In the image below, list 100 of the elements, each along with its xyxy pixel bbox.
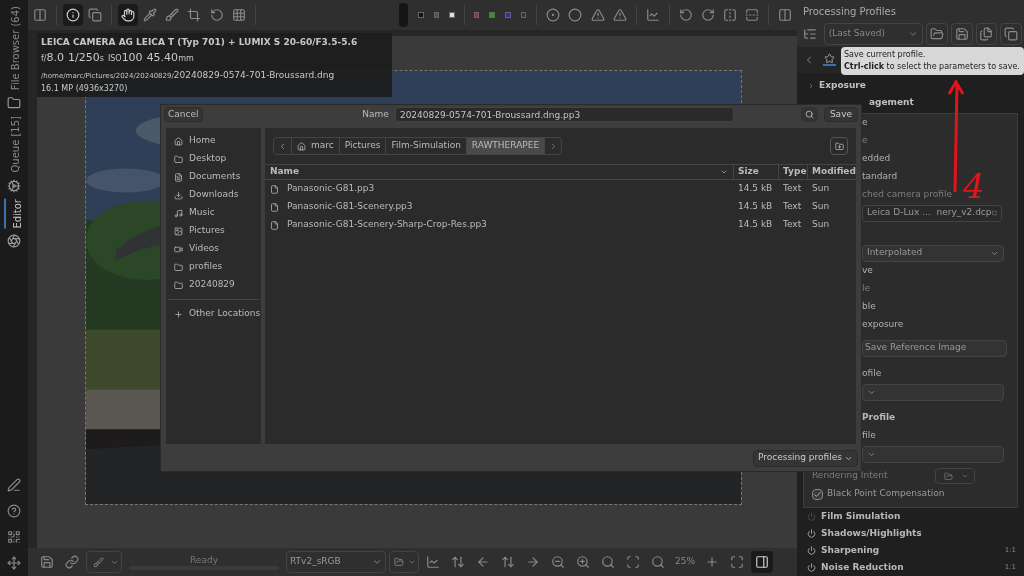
option-label: ve	[862, 264, 873, 278]
new-folder-button[interactable]	[830, 137, 848, 155]
channel-swatch[interactable]	[473, 12, 480, 18]
tooltip-hint: Ctrl-click to select the parameters to save.	[844, 61, 1021, 73]
option-label: tandard	[862, 170, 898, 184]
path-segment[interactable]: RAWTHERAPEE	[466, 138, 546, 154]
copy-icon[interactable]	[975, 22, 998, 45]
file-size: 14.5 kB	[737, 182, 774, 196]
sort-icon	[720, 168, 728, 176]
channel-swatch[interactable]	[489, 12, 496, 18]
checkbox[interactable]	[812, 488, 823, 500]
save-button[interactable]: Save	[823, 107, 858, 122]
search-button[interactable]	[800, 107, 818, 122]
folder-icon	[394, 557, 404, 567]
gears-icon[interactable]	[7, 178, 21, 193]
folder-icon	[174, 262, 183, 272]
document-icon	[174, 172, 183, 182]
panel-toggle-icon[interactable]	[751, 551, 773, 573]
save-icon[interactable]	[950, 22, 973, 45]
split-button[interactable]	[86, 551, 122, 573]
tool-title[interactable]: Film Simulation	[821, 509, 1018, 524]
place-item[interactable]: profiles	[166, 258, 261, 276]
filter-dropdown[interactable]: Processing profiles	[752, 449, 858, 467]
side-tab[interactable]: Editor	[4, 198, 24, 229]
path-segment[interactable]: Pictures	[339, 138, 387, 154]
caret-icon	[372, 557, 382, 567]
file-modified: Sun	[811, 218, 831, 232]
favorites-tab[interactable]	[823, 53, 836, 67]
section-title[interactable]: Exposure	[819, 78, 866, 93]
image-icon	[174, 226, 183, 236]
home-icon	[174, 136, 183, 146]
place-item[interactable]: 20240829	[166, 276, 261, 294]
side-tab[interactable]: File Browser (64)	[4, 6, 24, 91]
expand-icon[interactable]	[807, 81, 815, 90]
folder-icon[interactable]	[7, 96, 21, 111]
profile-select[interactable]: (Last Saved)	[823, 22, 924, 45]
side-tab[interactable]: Queue [15]	[4, 116, 24, 173]
power-icon[interactable]	[807, 563, 816, 572]
save-reference-button[interactable]: Save Reference Image	[862, 339, 1007, 357]
tool-title[interactable]: Shadows/Highlights	[821, 526, 1018, 541]
power-icon[interactable]	[807, 529, 816, 538]
place-item[interactable]: Home	[166, 132, 261, 150]
option-label: le	[862, 282, 871, 296]
place-item[interactable]: Pictures	[166, 222, 261, 240]
column-header[interactable]: Type	[779, 165, 808, 179]
toggle-button[interactable]	[398, 3, 408, 27]
hand-icon[interactable]	[118, 4, 139, 26]
tooltip-text: Save current profile.	[844, 49, 927, 61]
video-icon	[174, 244, 183, 254]
file-icon	[270, 184, 279, 194]
file-name[interactable]: Panasonic-G81-Scenery-Sharp-Crop-Res.pp3	[287, 218, 487, 232]
folder-icon	[174, 280, 183, 290]
column-header[interactable]: Size	[734, 165, 779, 179]
new-folder-icon	[834, 141, 844, 151]
split-button[interactable]	[389, 551, 419, 573]
place-item[interactable]: Documents	[166, 168, 261, 186]
path-segment[interactable]: Film-Simulation	[386, 138, 467, 154]
place-item[interactable]: Music	[166, 204, 261, 222]
caret-icon	[408, 558, 416, 566]
help-icon[interactable]	[7, 504, 21, 518]
column-header[interactable]: Modified	[808, 165, 856, 179]
file-icon	[270, 220, 279, 230]
file-name[interactable]: Panasonic-G81-Scenery.pp3	[287, 200, 413, 214]
output-profile-select[interactable]: RTv2_sRGB	[286, 551, 386, 573]
dropdown[interactable]: Interpolated	[862, 244, 1004, 262]
add-icon	[174, 309, 183, 319]
place-item[interactable]: Other Locations	[166, 305, 261, 323]
channel-swatch[interactable]	[417, 12, 424, 18]
group-legend: ofile	[862, 367, 882, 381]
channel-swatch[interactable]	[520, 12, 527, 18]
tool-title[interactable]: Sharpening	[821, 543, 1000, 558]
channel-swatch[interactable]	[449, 12, 455, 18]
file-name[interactable]: Panasonic-G81.pp3	[287, 182, 375, 196]
group-legend: file	[862, 429, 876, 443]
power-icon[interactable]	[807, 546, 816, 555]
back-icon	[278, 141, 287, 151]
checkbox-label: Black Point Compensation	[827, 487, 945, 501]
aperture-icon[interactable]	[7, 234, 21, 249]
tool-title[interactable]: Noise Reduction	[821, 560, 1000, 575]
move-icon[interactable]	[7, 556, 21, 570]
channel-swatch[interactable]	[505, 12, 511, 18]
place-item[interactable]: Desktop	[166, 150, 261, 168]
paste-icon[interactable]	[1000, 22, 1022, 45]
channel-swatch[interactable]	[433, 12, 440, 18]
place-item[interactable]: Downloads	[166, 186, 261, 204]
group-legend: e	[862, 116, 868, 130]
qr-code-icon[interactable]	[7, 530, 21, 544]
file-size: 14.5 kB	[737, 200, 774, 214]
cancel-button[interactable]: Cancel	[164, 107, 203, 122]
column-header[interactable]: Name	[265, 165, 734, 179]
pen-icon[interactable]	[7, 478, 21, 492]
file-chooser[interactable]: Leica D-Lux ... nery_v2.dcp	[862, 204, 1002, 222]
place-item[interactable]: Videos	[166, 240, 261, 258]
folder-icon[interactable]	[926, 22, 948, 45]
path-segment[interactable]: marc	[292, 138, 340, 154]
brush-icon	[93, 556, 104, 568]
camera-text: LEICA CAMERA AG LEICA T (Typ 701) + LUMIX S 20-60/F3.5-5.6	[41, 36, 359, 49]
info-icon[interactable]	[63, 4, 84, 26]
section-title[interactable]: agement	[869, 95, 914, 110]
name-field[interactable]: 20240829-0574-701-Broussard.dng.pp3	[394, 107, 734, 122]
